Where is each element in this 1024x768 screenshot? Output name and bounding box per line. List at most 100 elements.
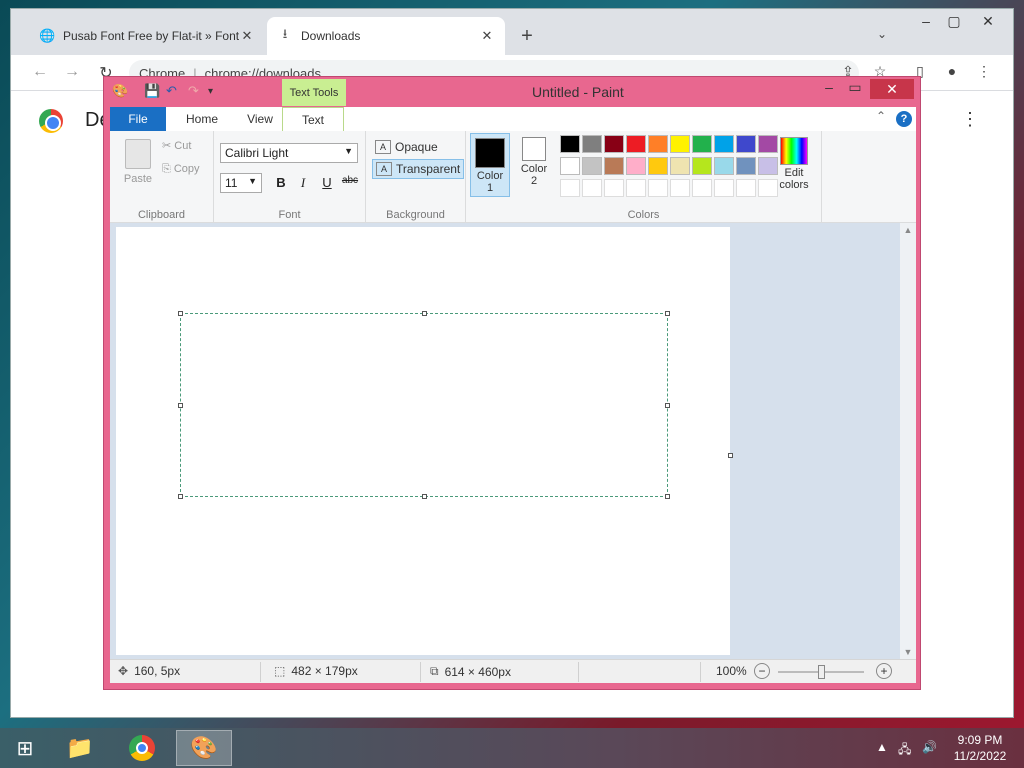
help-icon[interactable]: ? [896,111,912,127]
tab-view[interactable]: View [234,107,286,131]
zoom-slider-thumb[interactable] [818,665,825,679]
minimize-icon[interactable]: – [818,79,840,95]
tab-file[interactable]: File [110,107,166,131]
show-hidden-icons-icon[interactable]: ▲ [876,740,888,754]
resize-handle[interactable] [178,311,183,316]
windows-start-icon[interactable]: ⊞ [12,736,38,762]
palette-color-swatch[interactable] [736,157,756,175]
cut-button[interactable]: ✂ Cut [162,139,191,152]
resize-handle[interactable] [665,494,670,499]
palette-color-swatch[interactable] [582,179,602,197]
resize-handle[interactable] [178,403,183,408]
collapse-ribbon-icon[interactable]: ⌃ [876,109,886,123]
copy-button[interactable]: ⎘ Copy [162,163,200,176]
divider [578,662,579,682]
tab-label: Pusab Font Free by Flat-it » Font [63,29,239,43]
back-icon[interactable]: ← [29,63,51,81]
palette-color-swatch[interactable] [692,179,712,197]
palette-color-swatch[interactable] [648,135,668,153]
save-icon[interactable]: 💾 [144,83,160,99]
color2-button[interactable]: Color 2 [514,133,554,197]
scroll-up-icon[interactable]: ▲ [900,225,916,235]
paint-app-icon[interactable]: 🎨 [112,83,128,99]
palette-color-swatch[interactable] [582,135,602,153]
palette-color-swatch[interactable] [692,157,712,175]
text-box-selection[interactable] [178,311,670,499]
page-menu-icon[interactable]: ⋮ [961,109,979,130]
new-tab-button[interactable]: + [517,25,537,47]
tab-text[interactable]: Text [282,107,344,132]
network-icon[interactable]: 🖧 [898,740,911,761]
resize-handle[interactable] [422,311,427,316]
file-explorer-icon[interactable]: 📁 [52,730,108,766]
close-icon[interactable]: ✕ [479,28,495,44]
font-size-value: 11 [225,176,238,190]
tab-home[interactable]: Home [172,107,232,131]
resize-handle[interactable] [422,494,427,499]
transparent-option[interactable]: A Transparent [372,159,465,179]
palette-color-swatch[interactable] [648,157,668,175]
palette-color-swatch[interactable] [560,135,580,153]
kebab-menu-icon[interactable]: ⋮ [973,63,995,80]
palette-color-swatch[interactable] [670,135,690,153]
edit-colors-button[interactable]: Edit colors [772,133,816,191]
cursor-position: ✥ 160, 5px [118,664,180,678]
palette-color-swatch[interactable] [604,157,624,175]
palette-color-swatch[interactable] [560,179,580,197]
palette-color-swatch[interactable] [670,157,690,175]
forward-icon[interactable]: → [61,63,83,81]
palette-color-swatch[interactable] [604,179,624,197]
chrome-tab-strip: 🌐 Pusab Font Free by Flat-it » Font ✕ ⭳ … [11,9,1013,55]
palette-color-swatch[interactable] [626,135,646,153]
volume-icon[interactable]: 🔊 [922,740,937,754]
palette-color-swatch[interactable] [560,157,580,175]
close-icon[interactable]: ✕ [977,13,999,30]
redo-icon[interactable]: ↷ [188,83,199,99]
scroll-down-icon[interactable]: ▼ [900,647,916,657]
palette-color-swatch[interactable] [604,135,624,153]
chrome-taskbar-icon[interactable] [114,730,170,766]
close-icon[interactable]: ✕ [239,28,255,44]
paste-button[interactable]: Paste [120,139,156,185]
palette-color-swatch[interactable] [736,179,756,197]
font-family-select[interactable]: Calibri Light ▼ [220,143,358,163]
italic-button[interactable]: I [294,175,312,191]
resize-handle[interactable] [178,494,183,499]
palette-color-swatch[interactable] [736,135,756,153]
zoom-in-icon[interactable]: + [876,663,892,679]
undo-icon[interactable]: ↶ [166,83,177,99]
palette-color-swatch[interactable] [626,157,646,175]
palette-color-swatch[interactable] [582,157,602,175]
customize-qa-icon[interactable]: ▾ [208,86,213,97]
maximize-icon[interactable]: ▢ [943,13,965,30]
canvas-resize-handle[interactable] [728,453,733,458]
underline-button[interactable]: U [318,175,336,190]
bold-button[interactable]: B [272,175,290,190]
drawing-canvas[interactable] [116,227,733,655]
palette-color-swatch[interactable] [692,135,712,153]
font-size-select[interactable]: 11 ▼ [220,173,262,193]
vertical-scrollbar[interactable]: ▲ ▼ [900,223,916,659]
opaque-option[interactable]: A Opaque [372,137,441,157]
tab-downloads[interactable]: ⭳ Downloads ✕ [267,17,505,55]
resize-handle[interactable] [665,403,670,408]
clock[interactable]: 9:09 PM 11/2/2022 [944,732,1016,764]
strikethrough-button[interactable]: abc [340,175,360,186]
chevron-down-icon[interactable]: ⌄ [877,27,887,41]
selection-size-value: 482 × 179px [291,664,358,678]
palette-color-swatch[interactable] [714,179,734,197]
palette-color-swatch[interactable] [714,157,734,175]
palette-color-swatch[interactable] [648,179,668,197]
tab-pusab-font[interactable]: 🌐 Pusab Font Free by Flat-it » Font ✕ [29,17,265,55]
close-button[interactable]: ✕ [870,79,914,99]
palette-color-swatch[interactable] [670,179,690,197]
palette-color-swatch[interactable] [714,135,734,153]
resize-handle[interactable] [665,311,670,316]
paint-taskbar-icon[interactable]: 🎨 [176,730,232,766]
minimize-icon[interactable]: – [915,13,937,29]
palette-color-swatch[interactable] [626,179,646,197]
color1-button[interactable]: Color 1 [470,133,510,197]
zoom-out-icon[interactable]: − [754,663,770,679]
profile-icon[interactable]: ● [941,63,963,79]
maximize-icon[interactable]: ▭ [844,79,866,96]
